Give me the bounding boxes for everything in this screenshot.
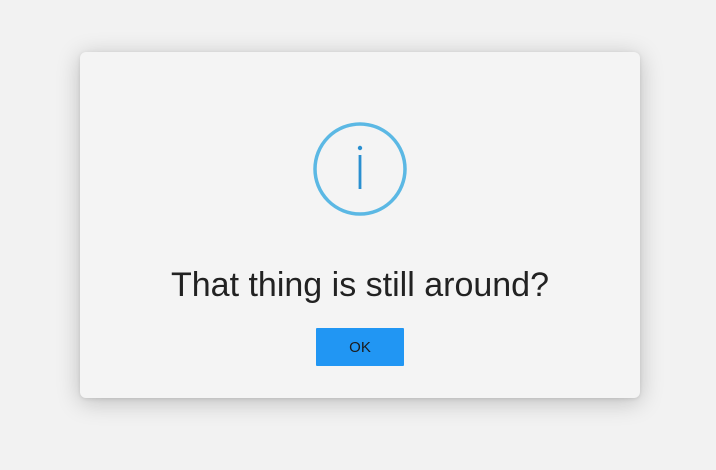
info-icon — [312, 121, 408, 217]
dialog-message: That thing is still around? — [171, 266, 549, 304]
ok-button[interactable]: OK — [316, 328, 404, 366]
alert-dialog: That thing is still around? OK — [80, 52, 640, 398]
